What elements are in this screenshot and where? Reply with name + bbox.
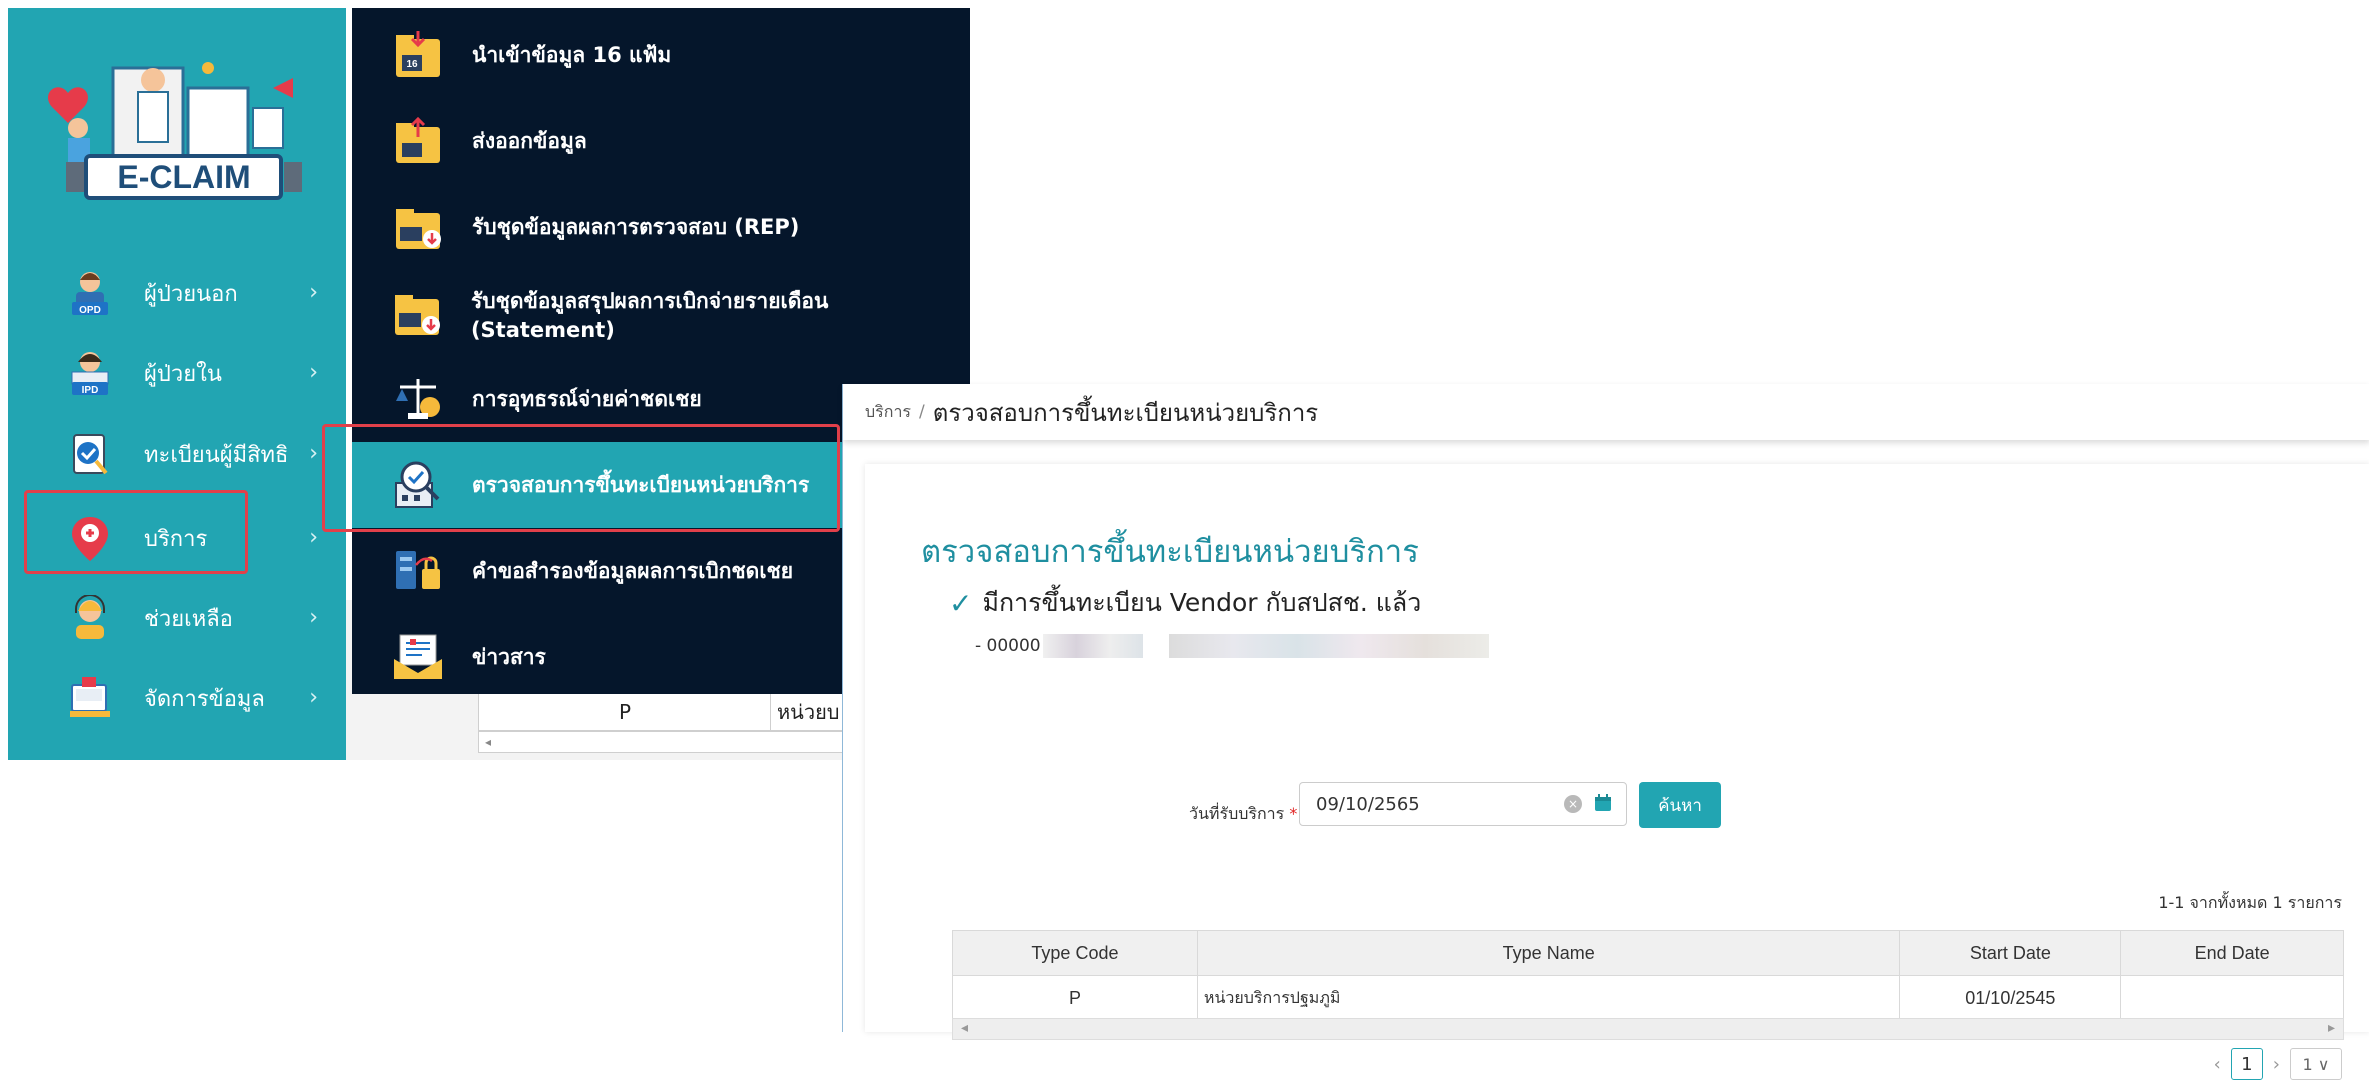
sidebar-item-label: จัดการข้อมูล <box>144 686 265 712</box>
rep-folder-icon <box>390 199 446 255</box>
help-support-icon <box>66 594 114 642</box>
submenu-item-label: คำขอสำรองข้อมูลผลการเบิกชดเชย <box>472 558 794 583</box>
svg-text:IPD: IPD <box>82 385 99 396</box>
submenu-item-label: การอุทธรณ์จ่ายค่าชดเชย <box>472 386 702 411</box>
check-icon: ✓ <box>949 586 973 620</box>
import-folder-icon: 16 <box>390 27 446 83</box>
column-header-type-code[interactable]: Type Code <box>952 930 1198 976</box>
breadcrumb-parent[interactable]: บริการ <box>865 400 911 425</box>
submenu-item-import[interactable]: 16 นำเข้าข้อมูล 16 แฟ้ม <box>352 12 970 98</box>
redacted-block <box>1042 634 1143 658</box>
chevron-right-icon: › <box>309 605 318 630</box>
submenu-item-label: นำเข้าข้อมูล 16 แฟ้ม <box>472 42 672 67</box>
page-number-button[interactable]: 1 <box>2230 1048 2263 1080</box>
submenu-item-label: รับชุดข้อมูลสรุปผลการเบิกจ่ายรายเดือน (S… <box>470 288 829 342</box>
scroll-right-icon[interactable]: ▸ <box>2328 1020 2335 1036</box>
opd-patient-icon: OPD <box>66 269 114 317</box>
svg-text:16: 16 <box>406 59 418 70</box>
column-header-type-name[interactable]: Type Name <box>1196 930 1901 976</box>
next-page-button[interactable]: › <box>2273 1054 2280 1075</box>
required-marker: * <box>1289 804 1298 823</box>
submenu-item-export[interactable]: ส่งออกข้อมูล <box>352 98 970 184</box>
sidebar-item-label: ผู้ป่วยนอก <box>144 281 238 307</box>
breadcrumb-current: ตรวจสอบการขึ้นทะเบียนหน่วยบริการ <box>932 398 1319 427</box>
sidebar-item-ipd[interactable]: IPD ผู้ป่วยใน › <box>8 338 346 408</box>
eclaim-logo[interactable]: E-CLAIM <box>38 58 328 218</box>
submenu-item-label: ข่าวสาร <box>472 644 546 669</box>
sidebar-item-registry[interactable]: ทะเบียนผู้มีสิทธิ › <box>8 419 346 489</box>
vendor-code: - 00000 <box>975 634 1489 658</box>
sidebar-item-help[interactable]: ช่วยเหลือ › <box>8 583 346 653</box>
scale-icon <box>390 371 446 427</box>
sidebar-item-label: ทะเบียนผู้มีสิทธิ <box>144 442 289 468</box>
page-size-select[interactable]: 1 ∨ <box>2290 1048 2342 1080</box>
prev-page-button[interactable]: ‹ <box>2214 1054 2221 1075</box>
table-scrollbar[interactable]: ◂ ▸ <box>952 1018 2344 1040</box>
content-card: ตรวจสอบการขึ้นทะเบียนหน่วยบริการ ✓ มีการ… <box>865 464 2369 1080</box>
sidebar: E-CLAIM OPD ผู้ป่วยนอก › IPD ผู้ป่วยใน ›… <box>8 8 346 760</box>
cell-type-name: หน่วยบริการปฐมภูมิ <box>1196 975 1901 1021</box>
table-header-row: Type Code Type Name Start Date End Date <box>952 930 2344 976</box>
column-header-end-date[interactable]: End Date <box>2120 930 2344 976</box>
data-manage-icon <box>66 674 114 722</box>
registration-status: ✓ มีการขึ้นทะเบียน Vendor กับสปสช. แล้ว <box>949 583 1421 623</box>
result-count: 1-1 จากทั้งหมด 1 รายการ <box>2158 893 2342 912</box>
cell-type-code: P <box>952 975 1198 1021</box>
page-title: ตรวจสอบการขึ้นทะเบียนหน่วยบริการ <box>921 534 1419 570</box>
chevron-right-icon: › <box>309 280 318 305</box>
sidebar-item-label: ผู้ป่วยใน <box>144 361 222 387</box>
sidebar-item-opd[interactable]: OPD ผู้ป่วยนอก › <box>8 258 346 328</box>
registry-check-icon <box>66 430 114 478</box>
chevron-right-icon: › <box>309 441 318 466</box>
submenu-item-rep[interactable]: รับชุดข้อมูลผลการตรวจสอบ (REP) <box>352 184 970 270</box>
cell-start-date: 01/10/2545 <box>1899 975 2122 1021</box>
date-label: วันที่รับบริการ * <box>1189 804 1298 823</box>
submenu-item-label: รับชุดข้อมูลผลการตรวจสอบ (REP) <box>472 214 800 239</box>
bg-scrollbar[interactable]: ◂ <box>478 731 858 753</box>
chevron-right-icon: › <box>309 685 318 710</box>
ipd-patient-icon: IPD <box>66 349 114 397</box>
sidebar-item-data[interactable]: จัดการข้อมูล › <box>8 663 346 733</box>
submenu-item-statement[interactable]: รับชุดข้อมูลสรุปผลการเบิกจ่ายรายเดือน (S… <box>352 270 970 356</box>
breadcrumb-separator: / <box>919 402 925 422</box>
scroll-left-icon[interactable]: ◂ <box>961 1020 968 1036</box>
result-table: Type Code Type Name Start Date End Date … <box>952 930 2344 1021</box>
backup-request-icon <box>390 543 446 599</box>
highlight-unit-check-item <box>322 424 840 532</box>
chevron-right-icon: › <box>309 525 318 550</box>
svg-text:OPD: OPD <box>79 305 101 316</box>
service-date-field[interactable]: 09/10/2565 × <box>1299 782 1627 826</box>
clear-icon[interactable]: × <box>1564 795 1582 813</box>
table-row[interactable]: P หน่วยบริการปฐมภูมิ 01/10/2545 <box>952 975 2344 1021</box>
statement-folder-icon <box>390 285 445 341</box>
pagination: ‹ 1 › 1 ∨ <box>2214 1048 2342 1080</box>
highlight-service-item <box>24 490 248 574</box>
chevron-right-icon: › <box>309 360 318 385</box>
column-header-start-date[interactable]: Start Date <box>1899 930 2122 976</box>
service-date-value: 09/10/2565 <box>1316 793 1420 815</box>
news-icon <box>390 629 446 685</box>
sidebar-item-label: ช่วยเหลือ <box>144 606 233 632</box>
main-window: บริการ / ตรวจสอบการขึ้นทะเบียนหน่วยบริกา… <box>842 384 2369 1080</box>
calendar-icon[interactable] <box>1594 794 1612 812</box>
submenu-item-label: ส่งออกข้อมูล <box>472 128 587 153</box>
vendor-prefix: - 00000 <box>975 636 1041 656</box>
breadcrumb: บริการ / ตรวจสอบการขึ้นทะเบียนหน่วยบริกา… <box>843 384 2369 440</box>
search-button[interactable]: ค้นหา <box>1639 782 1721 828</box>
export-folder-icon <box>390 113 446 169</box>
redacted-block <box>1168 634 1489 658</box>
logo-text: E-CLAIM <box>117 159 250 195</box>
cell-end-date <box>2120 975 2344 1021</box>
status-text: มีการขึ้นทะเบียน Vendor กับสปสช. แล้ว <box>982 588 1422 617</box>
